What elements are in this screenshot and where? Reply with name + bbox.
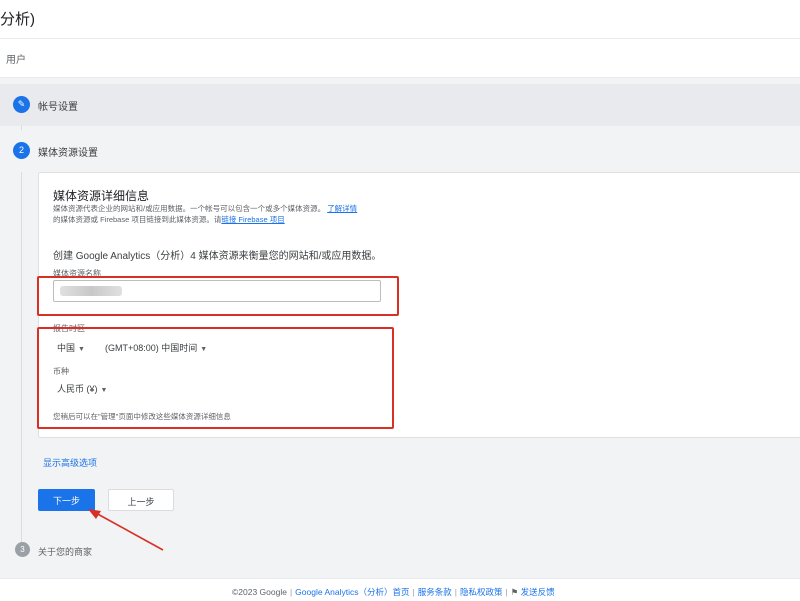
create-ga4-text: 创建 Google Analytics（分析）4 媒体资源来衡量您的网站和/或应… [53, 251, 382, 262]
highlight-box-timezone-currency [37, 327, 394, 429]
footer-links: ©2023 Google | Google Analytics（分析）首页 | 服务条款… [232, 587, 555, 597]
privacy-link[interactable]: 隐私权政策 [460, 587, 503, 597]
step-title: 帐号设置 [38, 102, 78, 113]
step-property-setup: 2 媒体资源设置 [0, 130, 800, 172]
desc-text: 媒体资源代表企业的网站和/或应用数据。一个帐号可以包含一个或多个媒体资源。 [53, 204, 326, 213]
advanced-options-link[interactable]: 显示高级选项 [43, 456, 97, 469]
step-account-setup[interactable]: ✎ 帐号设置 [0, 84, 800, 126]
app-header: 分析) [0, 0, 800, 39]
breadcrumb: 用户 [0, 39, 800, 78]
feedback-icon: ⚑ [510, 587, 521, 597]
arrow-line [93, 511, 164, 551]
highlight-box-name [37, 276, 399, 316]
stepper-line [21, 112, 22, 542]
terms-link[interactable]: 服务条款 [418, 587, 452, 597]
desc-text-2: 的媒体资源或 Firebase 项目链接到此媒体资源。请 [53, 215, 222, 224]
breadcrumb-label[interactable]: 用户 [6, 51, 26, 66]
learn-more-link[interactable]: 了解详情 [327, 204, 357, 213]
edit-icon: ✎ [13, 96, 30, 113]
step-title: 媒体资源设置 [38, 148, 98, 159]
ga-home-link[interactable]: Google Analytics（分析）首页 [295, 587, 409, 597]
previous-button[interactable]: 上一步 [108, 489, 174, 511]
page-title: 分析) [0, 11, 35, 28]
step-number: 3 [15, 542, 30, 557]
firebase-link[interactable]: 链接 Firebase 项目 [221, 215, 284, 224]
next-button[interactable]: 下一步 [38, 489, 95, 511]
copyright: ©2023 Google [232, 587, 287, 597]
feedback-link[interactable]: 发送反馈 [521, 587, 555, 597]
step-about-business[interactable]: 关于您的商家 [38, 545, 92, 558]
card-title: 媒体资源详细信息 [53, 189, 150, 203]
footer: ©2023 Google | Google Analytics（分析）首页 | 服务条款… [0, 578, 800, 601]
card-description: 媒体资源代表企业的网站和/或应用数据。一个帐号可以包含一个或多个媒体资源。 了解… [53, 203, 393, 225]
step-number: 2 [13, 142, 30, 159]
